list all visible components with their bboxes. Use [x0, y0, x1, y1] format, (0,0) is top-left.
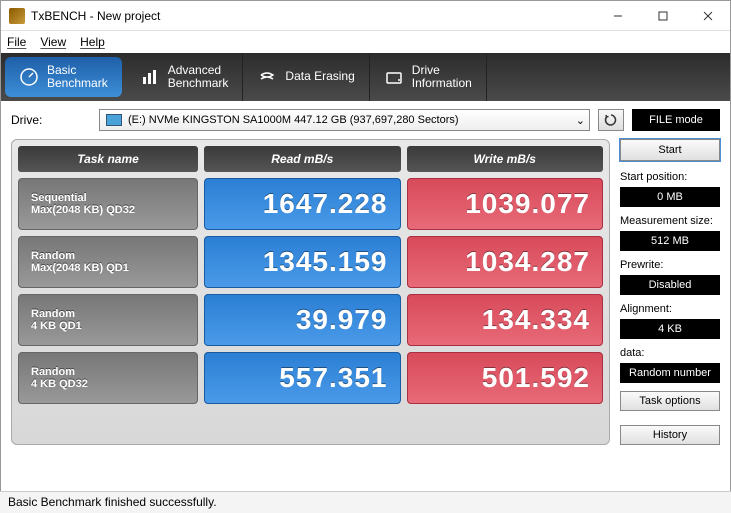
header-write: Write mB/s — [407, 146, 604, 172]
task-cell[interactable]: Random4 KB QD32 — [18, 352, 198, 404]
history-button[interactable]: History — [620, 425, 720, 445]
tab-label: Data Erasing — [285, 70, 354, 83]
tab-label: Advanced Benchmark — [168, 64, 229, 90]
maximize-button[interactable] — [640, 1, 685, 31]
menubar: File View Help — [1, 31, 730, 53]
file-mode-button[interactable]: FILE mode — [632, 109, 720, 131]
drive-row: Drive: (E:) NVMe KINGSTON SA1000M 447.12… — [1, 101, 730, 139]
task-cell[interactable]: Random4 KB QD1 — [18, 294, 198, 346]
read-value: 1345.159 — [204, 236, 401, 288]
data-label: data: — [620, 347, 720, 359]
tab-drive-information[interactable]: Drive Information — [370, 53, 487, 101]
table-row: RandomMax(2048 KB) QD1 1345.159 1034.287 — [18, 236, 603, 288]
window-title: TxBENCH - New project — [31, 9, 595, 23]
menu-help[interactable]: Help — [80, 35, 105, 49]
task-cell[interactable]: SequentialMax(2048 KB) QD32 — [18, 178, 198, 230]
close-button[interactable] — [685, 1, 730, 31]
tab-data-erasing[interactable]: Data Erasing — [243, 53, 369, 101]
tab-label: Drive Information — [412, 64, 472, 90]
write-value: 1039.077 — [407, 178, 604, 230]
msize-value[interactable]: 512 MB — [620, 231, 720, 251]
table-row: Random4 KB QD1 39.979 134.334 — [18, 294, 603, 346]
status-bar: Basic Benchmark finished successfully. — [0, 491, 731, 513]
hdd-icon — [106, 114, 122, 126]
header-read: Read mB/s — [204, 146, 401, 172]
tab-basic-benchmark[interactable]: Basic Benchmark — [5, 57, 122, 97]
data-value[interactable]: Random number — [620, 363, 720, 383]
startpos-label: Start position: — [620, 171, 720, 183]
drive-icon — [384, 67, 404, 87]
prewrite-value[interactable]: Disabled — [620, 275, 720, 295]
erase-icon — [257, 67, 277, 87]
chevron-down-icon: ⌄ — [576, 114, 585, 127]
app-icon — [9, 8, 25, 24]
tabstrip: Basic Benchmark Advanced Benchmark Data … — [1, 53, 730, 101]
drive-selected-text: (E:) NVMe KINGSTON SA1000M 447.12 GB (93… — [128, 114, 459, 126]
align-label: Alignment: — [620, 303, 720, 315]
prewrite-label: Prewrite: — [620, 259, 720, 271]
startpos-value[interactable]: 0 MB — [620, 187, 720, 207]
write-value: 501.592 — [407, 352, 604, 404]
task-options-button[interactable]: Task options — [620, 391, 720, 411]
drive-label: Drive: — [11, 113, 91, 127]
msize-label: Measurement size: — [620, 215, 720, 227]
tab-advanced-benchmark[interactable]: Advanced Benchmark — [126, 53, 244, 101]
task-cell[interactable]: RandomMax(2048 KB) QD1 — [18, 236, 198, 288]
start-button[interactable]: Start — [620, 139, 720, 161]
header-task: Task name — [18, 146, 198, 172]
table-row: SequentialMax(2048 KB) QD32 1647.228 103… — [18, 178, 603, 230]
read-value: 557.351 — [204, 352, 401, 404]
drive-select[interactable]: (E:) NVMe KINGSTON SA1000M 447.12 GB (93… — [99, 109, 590, 131]
write-value: 1034.287 — [407, 236, 604, 288]
menu-view[interactable]: View — [40, 35, 66, 49]
read-value: 39.979 — [204, 294, 401, 346]
refresh-button[interactable] — [598, 109, 624, 131]
menu-file[interactable]: File — [7, 35, 26, 49]
write-value: 134.334 — [407, 294, 604, 346]
minimize-button[interactable] — [595, 1, 640, 31]
gauge-icon — [19, 67, 39, 87]
align-value[interactable]: 4 KB — [620, 319, 720, 339]
tab-label: Basic Benchmark — [47, 64, 108, 90]
titlebar: TxBENCH - New project — [1, 1, 730, 31]
side-panel: Start Start position: 0 MB Measurement s… — [620, 139, 720, 445]
benchmark-panel: Task name Read mB/s Write mB/s Sequentia… — [11, 139, 610, 445]
table-row: Random4 KB QD32 557.351 501.592 — [18, 352, 603, 404]
bars-icon — [140, 67, 160, 87]
read-value: 1647.228 — [204, 178, 401, 230]
